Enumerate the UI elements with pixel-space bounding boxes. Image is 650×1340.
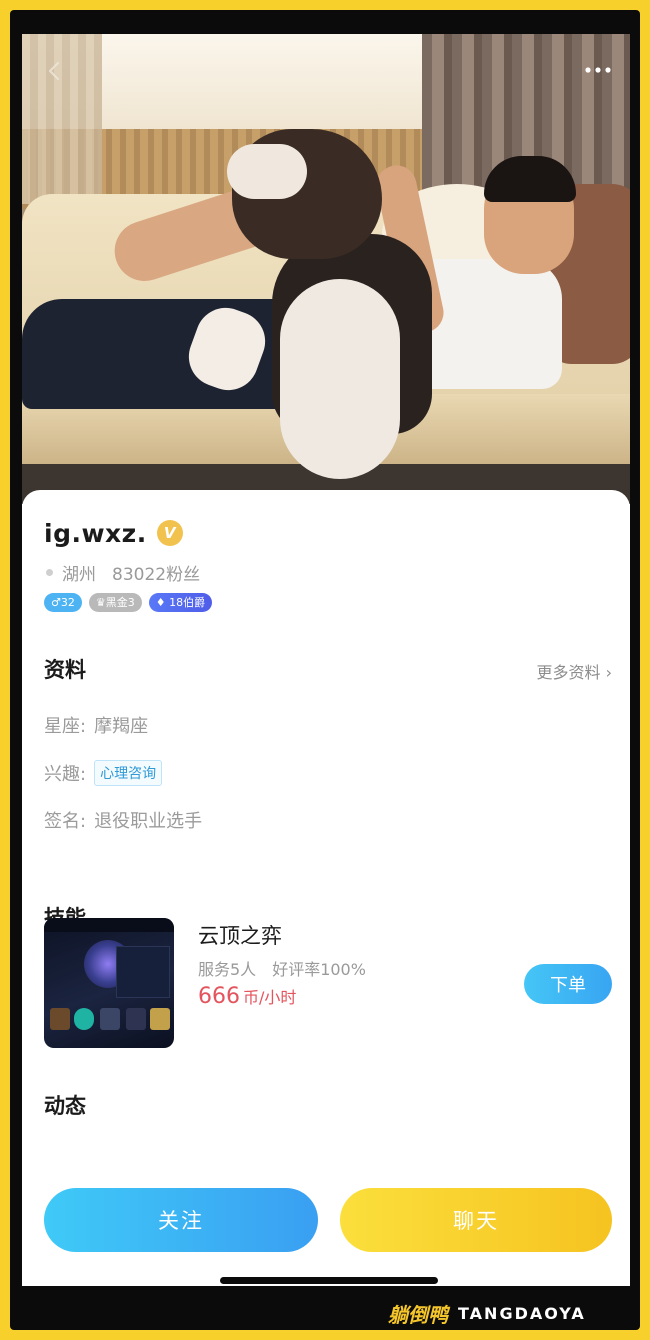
zodiac-row: 星座: 摩羯座 (44, 712, 148, 738)
app-screen: ig.wxz. V 湖州 83022粉丝 ♂32 ♛黑金3 ♦ 18伯爵 资料 … (22, 34, 630, 1286)
thumb-topbar (44, 918, 174, 932)
thumb-slot (50, 1008, 70, 1030)
signature-label: 签名: (44, 811, 87, 832)
photo-dog-muzzle (227, 144, 307, 199)
location-text: 湖州 (62, 565, 96, 585)
level-tag-label: 18伯爵 (169, 596, 206, 609)
skill-price: 666 币/小时 (198, 984, 296, 1009)
chevron-left-icon (49, 62, 59, 80)
level-tag: ♦ 18伯爵 (148, 593, 213, 612)
skill-thumbnail[interactable] (44, 918, 174, 1048)
signature-value: 退役职业选手 (94, 811, 203, 832)
watermark-en: TANGDAOYA (458, 1304, 586, 1323)
more-dots-icon (585, 67, 611, 73)
location-dot-icon (46, 569, 53, 576)
back-button[interactable] (44, 60, 66, 82)
skill-rating: 好评率100% (272, 960, 366, 979)
more-info-link[interactable]: 更多资料 › (537, 659, 613, 683)
thumb-slot (74, 1008, 94, 1030)
username: ig.wxz. (44, 518, 147, 548)
rank-tag-label: 黑金3 (105, 596, 135, 609)
rank-tag: ♛黑金3 (88, 593, 142, 612)
skill-stats: 服务5人 好评率100% (198, 956, 366, 980)
follow-button[interactable]: 关注 (44, 1188, 318, 1252)
thumb-panel (116, 946, 170, 998)
order-button[interactable]: 下单 (524, 964, 612, 1004)
gender-age-tag: ♂32 (44, 593, 82, 612)
follower-count: 83022粉丝 (112, 565, 201, 585)
profile-card: ig.wxz. V 湖州 83022粉丝 ♂32 ♛黑金3 ♦ 18伯爵 资料 … (22, 490, 630, 1286)
vip-badge-icon: V (156, 520, 183, 546)
thumb-slot (150, 1008, 170, 1030)
home-indicator[interactable] (220, 1277, 438, 1284)
skill-name: 云顶之弈 (198, 924, 282, 948)
watermark: 躺倒鸭 TANGDAOYA (388, 1299, 586, 1328)
more-options-button[interactable] (584, 58, 614, 78)
profile-cover-photo[interactable] (22, 34, 630, 504)
price-value: 666 (198, 984, 240, 1009)
diamond-icon: ♦ (155, 596, 166, 609)
photo-dog-chest (280, 279, 400, 479)
name-row: ig.wxz. V (44, 516, 183, 550)
crown-icon: ♛ (95, 596, 106, 609)
chat-button[interactable]: 聊天 (340, 1188, 612, 1252)
interest-row: 兴趣: 心理咨询 (44, 760, 163, 786)
skill-served-count: 服务5人 (198, 960, 257, 979)
interest-chip[interactable]: 心理咨询 (94, 760, 163, 786)
thumb-slot (126, 1008, 146, 1030)
watermark-cn: 躺倒鸭 (388, 1303, 448, 1327)
interest-label: 兴趣: (44, 764, 87, 785)
signature-row: 签名: 退役职业选手 (44, 807, 202, 833)
thumb-slot (100, 1008, 120, 1030)
meta-row: 湖州 83022粉丝 (46, 560, 200, 585)
feed-section-title: 动态 (44, 1094, 86, 1118)
price-unit: 币/小时 (243, 988, 297, 1007)
info-section-title: 资料 (44, 658, 86, 682)
zodiac-value: 摩羯座 (94, 716, 149, 737)
tags-row: ♂32 ♛黑金3 ♦ 18伯爵 (44, 593, 213, 612)
zodiac-label: 星座: (44, 716, 87, 737)
